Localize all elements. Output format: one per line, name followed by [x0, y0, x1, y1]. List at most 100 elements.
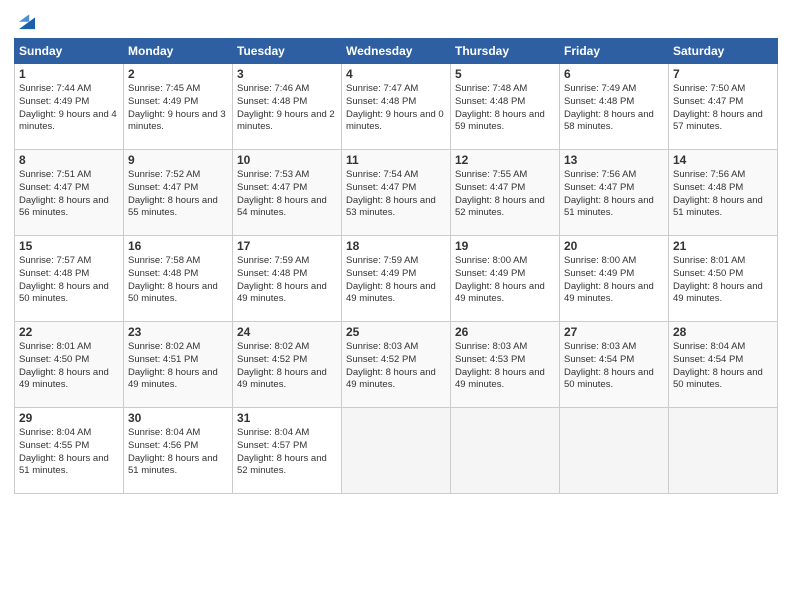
- page-container: SundayMondayTuesdayWednesdayThursdayFrid…: [0, 0, 792, 504]
- day-info: Sunrise: 7:59 AMSunset: 4:48 PMDaylight:…: [237, 255, 337, 306]
- day-number: 15: [19, 239, 119, 253]
- day-info: Sunrise: 7:53 AMSunset: 4:47 PMDaylight:…: [237, 169, 337, 220]
- day-info: Sunrise: 7:45 AMSunset: 4:49 PMDaylight:…: [128, 83, 228, 134]
- day-info: Sunrise: 7:56 AMSunset: 4:47 PMDaylight:…: [564, 169, 664, 220]
- day-cell: 11 Sunrise: 7:54 AMSunset: 4:47 PMDayligh…: [342, 150, 451, 236]
- day-number: 17: [237, 239, 337, 253]
- day-number: 29: [19, 411, 119, 425]
- day-number: 12: [455, 153, 555, 167]
- day-cell: 16 Sunrise: 7:58 AMSunset: 4:48 PMDayligh…: [124, 236, 233, 322]
- day-number: 6: [564, 67, 664, 81]
- day-number: 26: [455, 325, 555, 339]
- day-cell: [560, 408, 669, 494]
- day-info: Sunrise: 7:59 AMSunset: 4:49 PMDaylight:…: [346, 255, 446, 306]
- day-info: Sunrise: 7:58 AMSunset: 4:48 PMDaylight:…: [128, 255, 228, 306]
- day-cell: 2 Sunrise: 7:45 AMSunset: 4:49 PMDaylight…: [124, 64, 233, 150]
- day-number: 25: [346, 325, 446, 339]
- col-header-saturday: Saturday: [669, 39, 778, 64]
- logo-icon: [16, 10, 38, 32]
- day-number: 21: [673, 239, 773, 253]
- day-cell: 18 Sunrise: 7:59 AMSunset: 4:49 PMDayligh…: [342, 236, 451, 322]
- week-row-5: 29 Sunrise: 8:04 AMSunset: 4:55 PMDayligh…: [15, 408, 778, 494]
- day-info: Sunrise: 8:03 AMSunset: 4:53 PMDaylight:…: [455, 341, 555, 392]
- day-cell: 22Sunrise: 8:01 AMSunset: 4:50 PMDayligh…: [15, 322, 124, 408]
- day-info: Sunrise: 7:56 AMSunset: 4:48 PMDaylight:…: [673, 169, 773, 220]
- day-number: 4: [346, 67, 446, 81]
- day-info: Sunrise: 7:48 AMSunset: 4:48 PMDaylight:…: [455, 83, 555, 134]
- day-info: Sunrise: 8:02 AMSunset: 4:51 PMDaylight:…: [128, 341, 228, 392]
- week-row-1: 1Sunrise: 7:44 AMSunset: 4:49 PMDaylight…: [15, 64, 778, 150]
- day-cell: 20 Sunrise: 8:00 AMSunset: 4:49 PMDayligh…: [560, 236, 669, 322]
- day-number: 19: [455, 239, 555, 253]
- day-cell: 13 Sunrise: 7:56 AMSunset: 4:47 PMDayligh…: [560, 150, 669, 236]
- day-info: Sunrise: 8:04 AMSunset: 4:57 PMDaylight:…: [237, 427, 337, 478]
- day-number: 2: [128, 67, 228, 81]
- day-info: Sunrise: 8:02 AMSunset: 4:52 PMDaylight:…: [237, 341, 337, 392]
- day-cell: 9 Sunrise: 7:52 AMSunset: 4:47 PMDaylight…: [124, 150, 233, 236]
- col-header-thursday: Thursday: [451, 39, 560, 64]
- day-number: 9: [128, 153, 228, 167]
- day-number: 14: [673, 153, 773, 167]
- day-number: 8: [19, 153, 119, 167]
- day-number: 31: [237, 411, 337, 425]
- day-info: Sunrise: 7:46 AMSunset: 4:48 PMDaylight:…: [237, 83, 337, 134]
- day-info: Sunrise: 7:44 AMSunset: 4:49 PMDaylight:…: [19, 83, 119, 134]
- day-info: Sunrise: 7:50 AMSunset: 4:47 PMDaylight:…: [673, 83, 773, 134]
- day-cell: 27Sunrise: 8:03 AMSunset: 4:54 PMDayligh…: [560, 322, 669, 408]
- day-cell: 28 Sunrise: 8:04 AMSunset: 4:54 PMDayligh…: [669, 322, 778, 408]
- day-number: 18: [346, 239, 446, 253]
- day-cell: 3Sunrise: 7:46 AMSunset: 4:48 PMDaylight…: [233, 64, 342, 150]
- day-info: Sunrise: 8:04 AMSunset: 4:54 PMDaylight:…: [673, 341, 773, 392]
- day-cell: 12Sunrise: 7:55 AMSunset: 4:47 PMDayligh…: [451, 150, 560, 236]
- day-cell: 7 Sunrise: 7:50 AMSunset: 4:47 PMDaylight…: [669, 64, 778, 150]
- day-number: 24: [237, 325, 337, 339]
- day-number: 23: [128, 325, 228, 339]
- day-number: 13: [564, 153, 664, 167]
- day-info: Sunrise: 8:04 AMSunset: 4:55 PMDaylight:…: [19, 427, 119, 478]
- day-cell: 30 Sunrise: 8:04 AMSunset: 4:56 PMDayligh…: [124, 408, 233, 494]
- day-cell: 14 Sunrise: 7:56 AMSunset: 4:48 PMDayligh…: [669, 150, 778, 236]
- day-info: Sunrise: 7:51 AMSunset: 4:47 PMDaylight:…: [19, 169, 119, 220]
- day-info: Sunrise: 7:47 AMSunset: 4:48 PMDaylight:…: [346, 83, 446, 134]
- week-row-4: 22Sunrise: 8:01 AMSunset: 4:50 PMDayligh…: [15, 322, 778, 408]
- day-cell: [451, 408, 560, 494]
- day-cell: 23 Sunrise: 8:02 AMSunset: 4:51 PMDayligh…: [124, 322, 233, 408]
- day-number: 16: [128, 239, 228, 253]
- day-info: Sunrise: 8:03 AMSunset: 4:52 PMDaylight:…: [346, 341, 446, 392]
- day-cell: 10 Sunrise: 7:53 AMSunset: 4:47 PMDayligh…: [233, 150, 342, 236]
- day-info: Sunrise: 8:01 AMSunset: 4:50 PMDaylight:…: [19, 341, 119, 392]
- day-cell: 6Sunrise: 7:49 AMSunset: 4:48 PMDaylight…: [560, 64, 669, 150]
- day-cell: 1Sunrise: 7:44 AMSunset: 4:49 PMDaylight…: [15, 64, 124, 150]
- day-info: Sunrise: 8:00 AMSunset: 4:49 PMDaylight:…: [455, 255, 555, 306]
- day-cell: 29 Sunrise: 8:04 AMSunset: 4:55 PMDayligh…: [15, 408, 124, 494]
- col-header-wednesday: Wednesday: [342, 39, 451, 64]
- col-header-tuesday: Tuesday: [233, 39, 342, 64]
- day-cell: 8 Sunrise: 7:51 AMSunset: 4:47 PMDaylight…: [15, 150, 124, 236]
- day-cell: 19 Sunrise: 8:00 AMSunset: 4:49 PMDayligh…: [451, 236, 560, 322]
- day-number: 27: [564, 325, 664, 339]
- day-info: Sunrise: 8:04 AMSunset: 4:56 PMDaylight:…: [128, 427, 228, 478]
- day-cell: [342, 408, 451, 494]
- header-row: [14, 10, 778, 32]
- week-row-3: 15Sunrise: 7:57 AMSunset: 4:48 PMDayligh…: [15, 236, 778, 322]
- logo: [14, 10, 38, 32]
- day-info: Sunrise: 7:52 AMSunset: 4:47 PMDaylight:…: [128, 169, 228, 220]
- day-cell: 25 Sunrise: 8:03 AMSunset: 4:52 PMDayligh…: [342, 322, 451, 408]
- day-number: 7: [673, 67, 773, 81]
- day-number: 11: [346, 153, 446, 167]
- day-number: 30: [128, 411, 228, 425]
- day-cell: 24 Sunrise: 8:02 AMSunset: 4:52 PMDayligh…: [233, 322, 342, 408]
- day-cell: 4 Sunrise: 7:47 AMSunset: 4:48 PMDaylight…: [342, 64, 451, 150]
- week-row-2: 8 Sunrise: 7:51 AMSunset: 4:47 PMDaylight…: [15, 150, 778, 236]
- day-info: Sunrise: 7:54 AMSunset: 4:47 PMDaylight:…: [346, 169, 446, 220]
- day-info: Sunrise: 8:00 AMSunset: 4:49 PMDaylight:…: [564, 255, 664, 306]
- day-cell: [669, 408, 778, 494]
- calendar-table: SundayMondayTuesdayWednesdayThursdayFrid…: [14, 38, 778, 494]
- day-number: 20: [564, 239, 664, 253]
- header-row-days: SundayMondayTuesdayWednesdayThursdayFrid…: [15, 39, 778, 64]
- day-number: 10: [237, 153, 337, 167]
- day-cell: 17 Sunrise: 7:59 AMSunset: 4:48 PMDayligh…: [233, 236, 342, 322]
- day-cell: 21 Sunrise: 8:01 AMSunset: 4:50 PMDayligh…: [669, 236, 778, 322]
- day-info: Sunrise: 8:01 AMSunset: 4:50 PMDaylight:…: [673, 255, 773, 306]
- day-number: 28: [673, 325, 773, 339]
